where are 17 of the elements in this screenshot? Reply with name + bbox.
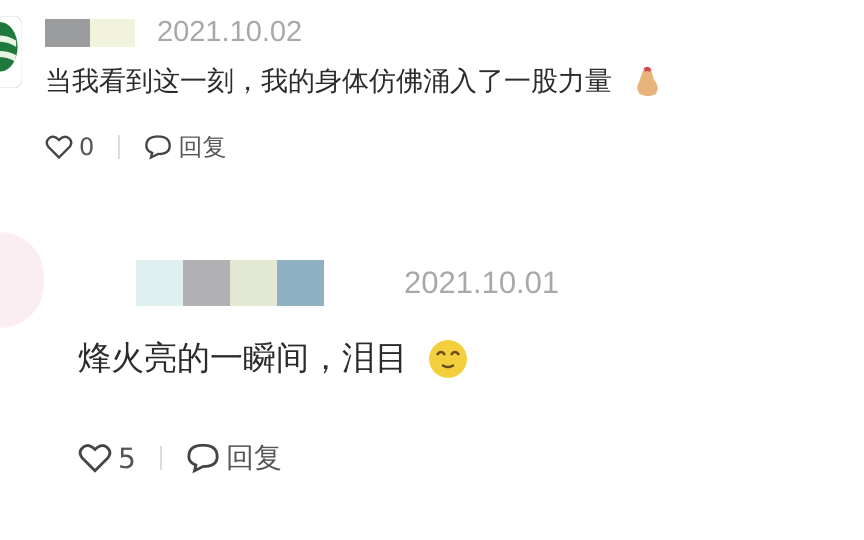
comment-text: 当我看到这一刻，我的身体仿佛涌入了一股力量 <box>45 65 612 99</box>
like-button[interactable]: 5 <box>78 442 136 474</box>
reply-label: 回复 <box>226 440 282 476</box>
heart-icon <box>45 134 73 160</box>
like-button[interactable]: 0 <box>45 133 94 161</box>
reply-label: 回复 <box>178 132 226 163</box>
logo-avatar-icon[interactable] <box>0 16 22 88</box>
speech-bubble-icon <box>144 134 172 160</box>
reply-button[interactable]: 回复 <box>144 131 226 163</box>
speech-bubble-icon <box>186 442 220 474</box>
heart-icon <box>78 442 112 474</box>
comment-date: 2021.10.02 <box>157 16 302 49</box>
comment-text: 烽火亮的一瞬间，泪目 <box>78 337 408 379</box>
like-count: 5 <box>118 442 136 474</box>
like-count: 0 <box>79 133 94 161</box>
reply-button[interactable]: 回复 <box>186 439 282 477</box>
comment-date: 2021.10.01 <box>404 265 560 301</box>
